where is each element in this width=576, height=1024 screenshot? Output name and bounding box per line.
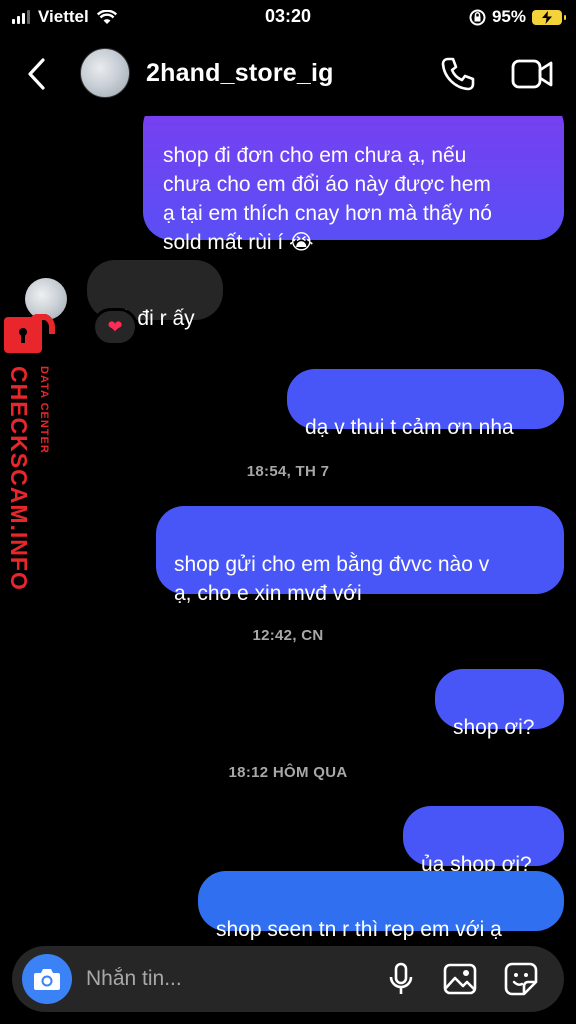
heart-reaction-icon[interactable]: ❤ — [92, 308, 138, 346]
message-composer — [12, 946, 564, 1012]
message-outgoing[interactable]: shop seen tn r thì rep em với ạ — [198, 871, 564, 940]
orientation-lock-icon — [469, 9, 486, 25]
status-bar: Viettel 03:20 95% — [0, 0, 576, 34]
gallery-icon — [443, 963, 477, 995]
gallery-button[interactable] — [441, 960, 479, 998]
chat-username[interactable]: 2hand_store_ig — [146, 59, 334, 88]
battery-icon — [532, 9, 566, 25]
timestamp: 18:12 HÔM QUA — [228, 764, 348, 781]
battery-info: 95% — [469, 7, 566, 27]
message-outgoing[interactable]: shop ơi? — [435, 669, 564, 739]
message-outgoing[interactable]: dạ v thui t cảm ơn nha — [287, 369, 564, 439]
timestamp: 18:54, TH 7 — [246, 463, 330, 480]
message-text: dạ v thui t cảm ơn nha — [305, 416, 514, 439]
message-text: shop đi đơn cho em chưa ạ, nếu chưa cho … — [163, 144, 492, 254]
avatar[interactable] — [80, 48, 130, 98]
back-arrow-icon[interactable] — [22, 56, 52, 92]
message-text: shop ơi? — [453, 716, 535, 739]
message-outgoing[interactable]: shop gửi cho em bằng đvvc nào v ạ, cho e… — [156, 506, 564, 605]
microphone-icon — [389, 962, 413, 994]
video-camera-icon[interactable] — [510, 55, 554, 93]
chat-header: 2hand_store_ig — [0, 34, 576, 116]
microphone-button[interactable] — [382, 960, 420, 998]
message-input[interactable] — [86, 964, 366, 994]
sticker-button[interactable] — [502, 960, 540, 998]
timestamp: 12:42, CN — [252, 627, 324, 644]
message-outgoing[interactable]: ủa shop ơi? — [403, 806, 564, 876]
message-text: shop gửi cho em bằng đvvc nào v ạ, cho e… — [174, 553, 490, 605]
phone-icon[interactable] — [438, 54, 478, 94]
watermark-subtext: DATA CENTER — [38, 366, 50, 454]
battery-percent: 95% — [491, 7, 526, 26]
sticker-icon — [504, 962, 538, 996]
camera-button[interactable] — [22, 954, 72, 1004]
message-text: shop seen tn r thì rep em với ạ — [216, 918, 502, 940]
padlock-icon — [4, 314, 55, 353]
message-outgoing[interactable]: shop đi đơn cho em chưa ạ, nếu chưa cho … — [143, 116, 564, 254]
watermark-text: CHECKSCAM.INFO — [6, 366, 32, 591]
message-list[interactable]: shop đi đơn cho em chưa ạ, nếu chưa cho … — [0, 116, 576, 940]
camera-icon — [34, 969, 60, 990]
